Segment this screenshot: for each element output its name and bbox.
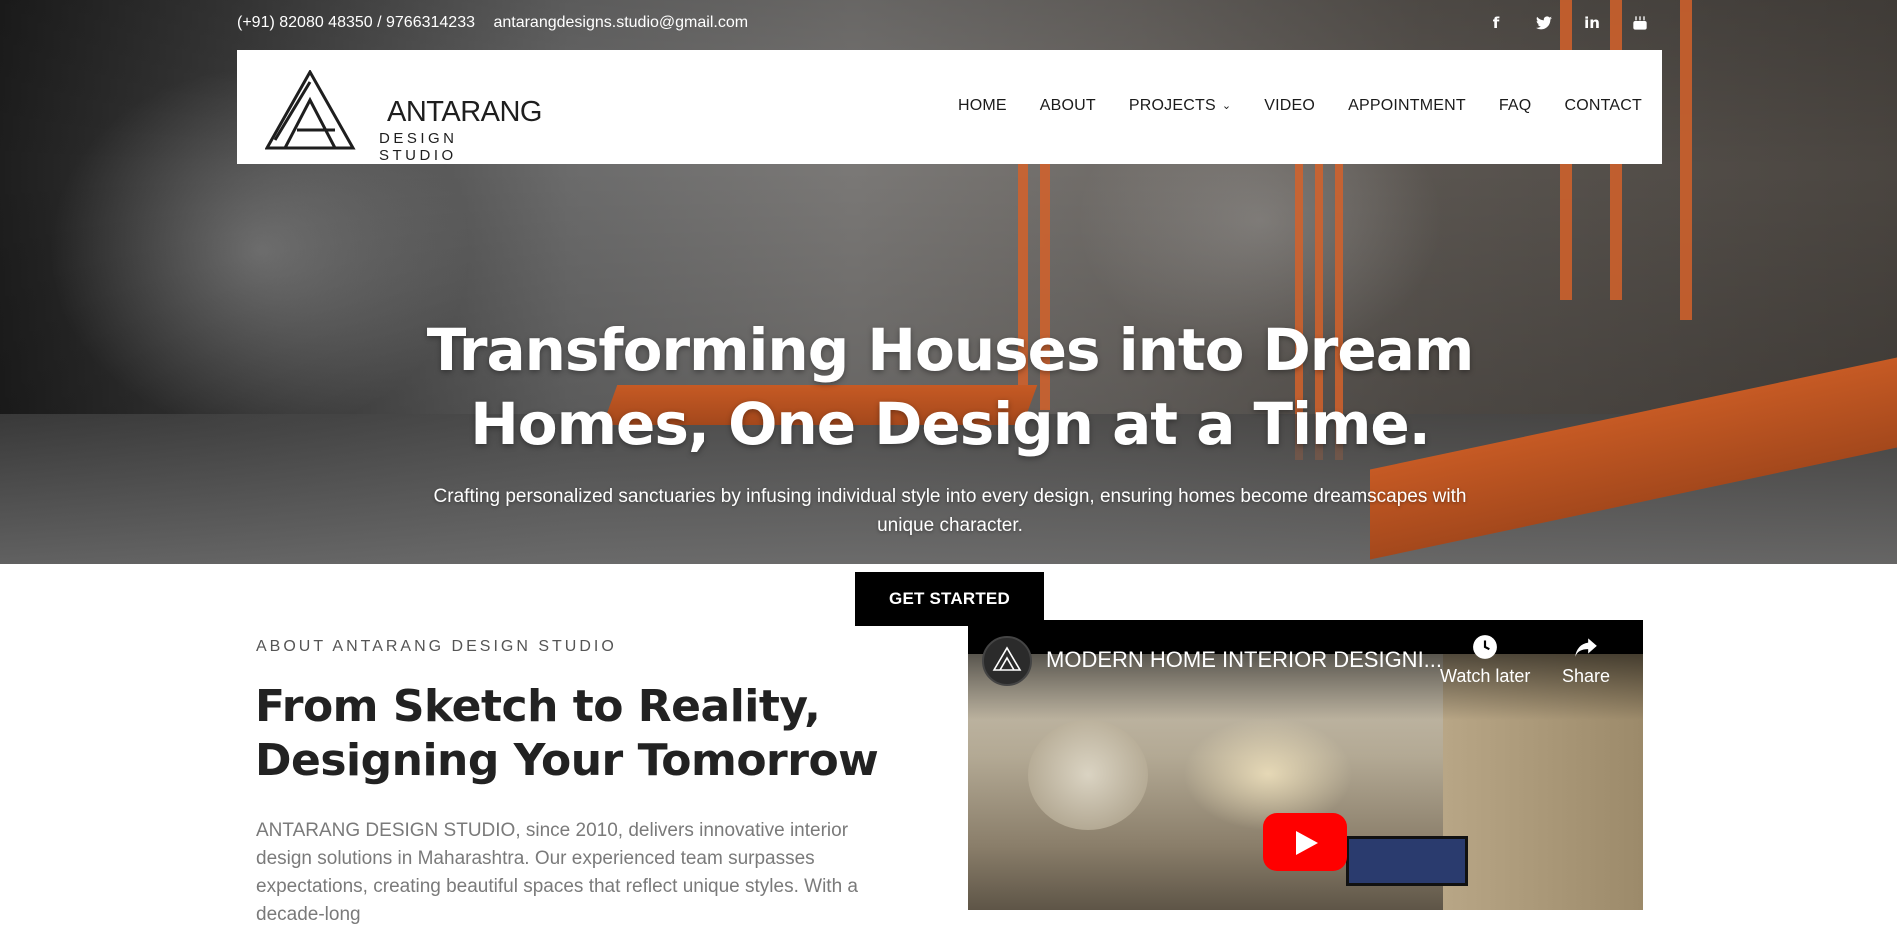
about-body: ANTARANG DESIGN STUDIO, since 2010, deli… [256, 820, 858, 925]
nav-faq[interactable]: FAQ [1499, 97, 1532, 115]
nav-contact[interactable]: CONTACT [1564, 97, 1642, 115]
channel-logo-icon [992, 646, 1022, 671]
watch-later-button[interactable]: Watch later [1440, 634, 1530, 687]
share-icon [1575, 638, 1597, 657]
nav-projects[interactable]: PROJECTS ⌄ [1129, 97, 1231, 115]
get-started-button[interactable]: GET STARTED [855, 572, 1044, 626]
nav-about[interactable]: ABOUT [1040, 97, 1096, 115]
share-label: Share [1562, 666, 1611, 686]
nav-menu: HOME ABOUT PROJECTS ⌄ VIDEO APPOINTMENT F… [925, 97, 1642, 115]
nav-appointment[interactable]: APPOINTMENT [1348, 97, 1466, 115]
brand-logo[interactable]: ANTARANG DESIGN STUDIO [265, 70, 542, 164]
chevron-down-icon: ⌄ [1221, 100, 1232, 112]
nav-home[interactable]: HOME [958, 97, 1007, 115]
hero-title: Transforming Houses into Dream Homes, On… [426, 316, 1475, 458]
twitter-icon[interactable] [1534, 12, 1554, 34]
main-navbar: ANTARANG DESIGN STUDIO HOME ABOUT PROJEC… [237, 50, 1662, 164]
video-thumbnail-tv [1346, 836, 1468, 886]
watch-later-label: Watch later [1440, 666, 1531, 686]
email-link[interactable]: antarangdesigns.studio@gmail.com [493, 14, 748, 31]
nav-projects-label: PROJECTS [1128, 97, 1216, 114]
video-title[interactable]: MODERN HOME INTERIOR DESIGNI... [1046, 647, 1446, 673]
clock-icon [1473, 635, 1498, 659]
facebook-icon[interactable]: f [1486, 12, 1506, 34]
play-button[interactable] [1263, 813, 1347, 871]
logo-mark-icon [265, 70, 356, 150]
youtube-embed[interactable]: MODERN HOME INTERIOR DESIGNI... Watch la… [968, 620, 1643, 910]
nav-video[interactable]: VIDEO [1264, 97, 1315, 115]
about-title: From Sketch to Reality, Designing Your T… [255, 681, 879, 786]
video-thumbnail-art [1028, 720, 1148, 830]
contact-info: (+91) 82080 48350 / 9766314233 antarangd… [237, 14, 762, 32]
hero-subtitle: Crafting personalized sanctuaries by inf… [433, 486, 1467, 536]
brand-tagline: DESIGN STUDIO [379, 130, 458, 164]
youtube-icon[interactable] [1630, 12, 1650, 34]
phone-link[interactable]: (+91) 82080 48350 / 9766314233 [237, 14, 475, 31]
linkedin-icon[interactable]: in [1582, 12, 1602, 34]
brand-name: ANTARANG [387, 96, 542, 128]
channel-avatar[interactable] [982, 636, 1032, 686]
share-button[interactable]: Share [1562, 634, 1610, 687]
about-kicker: ABOUT ANTARANG DESIGN STUDIO [256, 638, 617, 655]
top-bar: (+91) 82080 48350 / 9766314233 antarangd… [0, 0, 1897, 48]
social-links: f in [1486, 12, 1650, 34]
decor-stripe [1680, 0, 1692, 320]
